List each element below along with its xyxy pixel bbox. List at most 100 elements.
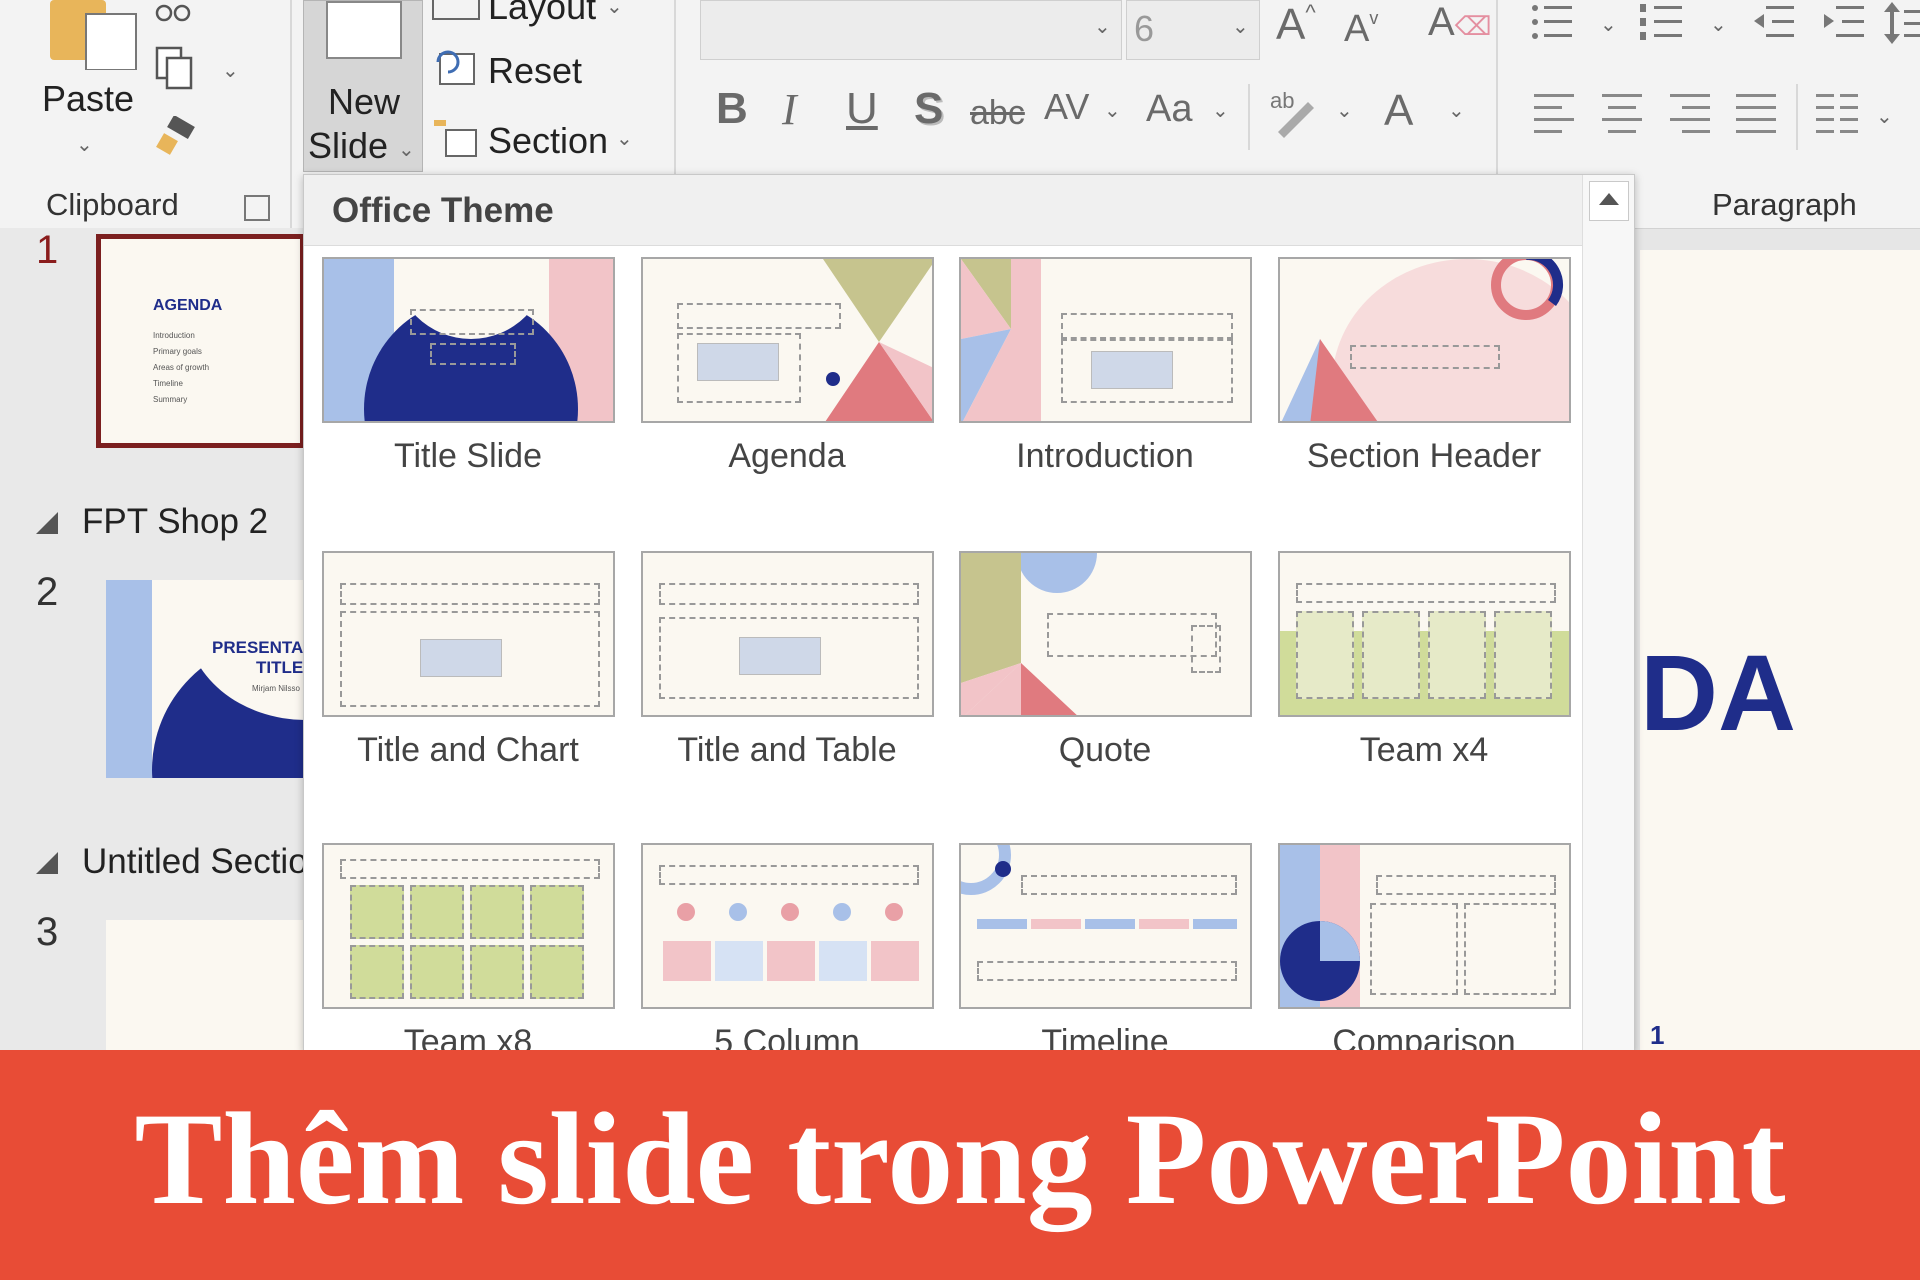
clipboard-paste-icon[interactable] xyxy=(48,0,140,71)
increase-font-size-icon[interactable]: A^ xyxy=(1276,0,1316,50)
decrease-indent-icon[interactable] xyxy=(1752,2,1796,42)
section-name[interactable]: Untitled Section xyxy=(82,842,305,882)
italic-button[interactable]: I xyxy=(782,84,797,135)
copy-icon[interactable] xyxy=(155,46,195,92)
layout-option-section-header[interactable]: Section Header xyxy=(1276,257,1596,487)
layout-option-comparison[interactable]: Comparison xyxy=(1276,843,1596,1051)
copy-dropdown-chevron[interactable]: ⌄ xyxy=(222,58,239,83)
paste-button[interactable]: Paste xyxy=(42,78,134,120)
section-chevron[interactable]: ⌄ xyxy=(616,126,633,151)
decrease-font-size-icon[interactable]: Av xyxy=(1344,8,1378,51)
layout-option-title-and-table[interactable]: Title and Table xyxy=(639,551,959,781)
svg-text:ab: ab xyxy=(1270,88,1294,113)
font-size-value: 6 xyxy=(1134,8,1155,49)
change-case-chevron[interactable]: ⌄ xyxy=(1212,98,1229,123)
columns-icon[interactable] xyxy=(1816,92,1860,136)
layout-option-title-and-chart[interactable]: Title and Chart xyxy=(320,551,640,781)
slide-thumbnail-2[interactable]: PRESENTA TITLE Mirjam Nilsso xyxy=(106,580,305,778)
clear-formatting-icon[interactable]: A⌫ xyxy=(1428,0,1491,45)
slide-thumbnail-line: Primary goals xyxy=(153,347,202,356)
highlight-color-icon[interactable]: ab xyxy=(1268,84,1320,140)
font-size-chevron[interactable]: ⌄ xyxy=(1232,14,1249,39)
character-spacing-button[interactable]: AV xyxy=(1044,86,1089,128)
layout-option-team-x8[interactable]: Team x8 xyxy=(320,843,640,1051)
font-color-button[interactable]: A xyxy=(1384,86,1413,136)
main-slide-canvas[interactable]: DA 1 xyxy=(1640,250,1920,1050)
layout-name: Title Slide xyxy=(393,437,543,475)
layout-option-5-column[interactable]: 5 Column xyxy=(639,843,959,1051)
justify-icon[interactable] xyxy=(1736,92,1776,136)
section-collapse-icon[interactable] xyxy=(36,512,58,534)
text-shadow-button[interactable]: S xyxy=(914,84,943,134)
layout-option-quote[interactable]: Quote xyxy=(957,551,1277,781)
layout-option-introduction[interactable]: Introduction xyxy=(957,257,1277,487)
clipboard-launcher-icon[interactable] xyxy=(244,195,270,221)
layout-name: Section Header xyxy=(1306,437,1542,475)
cut-icon[interactable] xyxy=(155,0,191,24)
layout-option-agenda[interactable]: Agenda xyxy=(639,257,959,487)
layout-thumbnail xyxy=(1278,843,1571,1009)
scroll-up-arrow-icon xyxy=(1599,193,1619,205)
new-slide-button[interactable]: New Slide ⌄ xyxy=(303,0,423,172)
font-name-chevron[interactable]: ⌄ xyxy=(1094,14,1111,39)
bullets-icon[interactable] xyxy=(1530,2,1574,42)
layout-icon xyxy=(432,0,480,20)
font-name-combo[interactable] xyxy=(700,0,1122,60)
layout-button[interactable]: Layout xyxy=(488,0,596,28)
align-left-icon[interactable] xyxy=(1534,92,1574,136)
align-right-icon[interactable] xyxy=(1670,92,1710,136)
title-banner: Thêm slide trong PowerPoint xyxy=(0,1050,1920,1280)
layout-thumbnail xyxy=(1278,257,1571,423)
group-divider xyxy=(674,0,676,175)
section-name[interactable]: FPT Shop 2 xyxy=(82,502,305,542)
highlight-color-chevron[interactable]: ⌄ xyxy=(1336,98,1353,123)
layout-thumbnail xyxy=(322,551,615,717)
layout-option-team-x4[interactable]: Team x4 xyxy=(1276,551,1596,781)
section-collapse-icon[interactable] xyxy=(36,852,58,874)
bold-button[interactable]: B xyxy=(716,84,748,134)
new-slide-icon xyxy=(326,1,402,59)
numbering-icon[interactable] xyxy=(1640,2,1684,42)
align-center-icon[interactable] xyxy=(1602,92,1642,136)
layout-option-timeline[interactable]: Timeline xyxy=(957,843,1277,1051)
columns-chevron[interactable]: ⌄ xyxy=(1876,104,1893,129)
line-spacing-icon[interactable] xyxy=(1884,0,1920,46)
increase-indent-icon[interactable] xyxy=(1822,2,1866,42)
layout-name: Team x4 xyxy=(1359,731,1489,769)
layout-name: Quote xyxy=(1058,731,1152,769)
main-slide-page-number: 1 xyxy=(1650,1020,1665,1050)
layout-thumbnail xyxy=(1278,551,1571,717)
strikethrough-button[interactable]: abc xyxy=(970,94,1025,133)
layout-name: Team x8 xyxy=(403,1023,533,1052)
new-slide-chevron[interactable]: ⌄ xyxy=(398,137,415,162)
slide-thumbnail-1[interactable]: AGENDA Introduction Primary goals Areas … xyxy=(96,234,305,448)
layout-name: Title and Chart xyxy=(357,731,579,769)
paste-dropdown-chevron[interactable]: ⌄ xyxy=(76,132,93,157)
underline-button[interactable]: U xyxy=(846,84,878,134)
layout-option-title-slide[interactable]: Title Slide xyxy=(320,257,640,487)
layout-thumbnail xyxy=(641,551,934,717)
change-case-button[interactable]: Aa xyxy=(1146,88,1192,131)
layout-thumbnail xyxy=(959,843,1252,1009)
layout-thumbnail xyxy=(322,843,615,1009)
layout-name: 5 Column xyxy=(714,1023,860,1052)
numbering-chevron[interactable]: ⌄ xyxy=(1710,12,1727,37)
new-slide-label: New xyxy=(328,81,401,122)
group-divider xyxy=(1796,84,1798,150)
slide-number: 1 xyxy=(36,228,59,272)
scroll-up-button[interactable] xyxy=(1589,181,1629,221)
format-painter-icon[interactable] xyxy=(155,114,197,158)
bullets-chevron[interactable]: ⌄ xyxy=(1600,12,1617,37)
slide-thumbnail-title: PRESENTA xyxy=(212,638,304,657)
layout-thumbnail xyxy=(959,257,1252,423)
layout-chevron[interactable]: ⌄ xyxy=(606,0,623,19)
character-spacing-chevron[interactable]: ⌄ xyxy=(1104,98,1121,123)
section-button[interactable]: Section xyxy=(488,120,608,162)
slide-thumbnail-title: TITLE xyxy=(256,658,304,677)
reset-button[interactable]: Reset xyxy=(488,50,582,92)
slide-thumbnail-3[interactable] xyxy=(106,920,305,1050)
font-color-chevron[interactable]: ⌄ xyxy=(1448,98,1465,123)
layout-thumbnail xyxy=(959,551,1252,717)
layout-name: Title and Table xyxy=(677,731,897,769)
clipboard-group-label: Clipboard xyxy=(46,187,179,222)
